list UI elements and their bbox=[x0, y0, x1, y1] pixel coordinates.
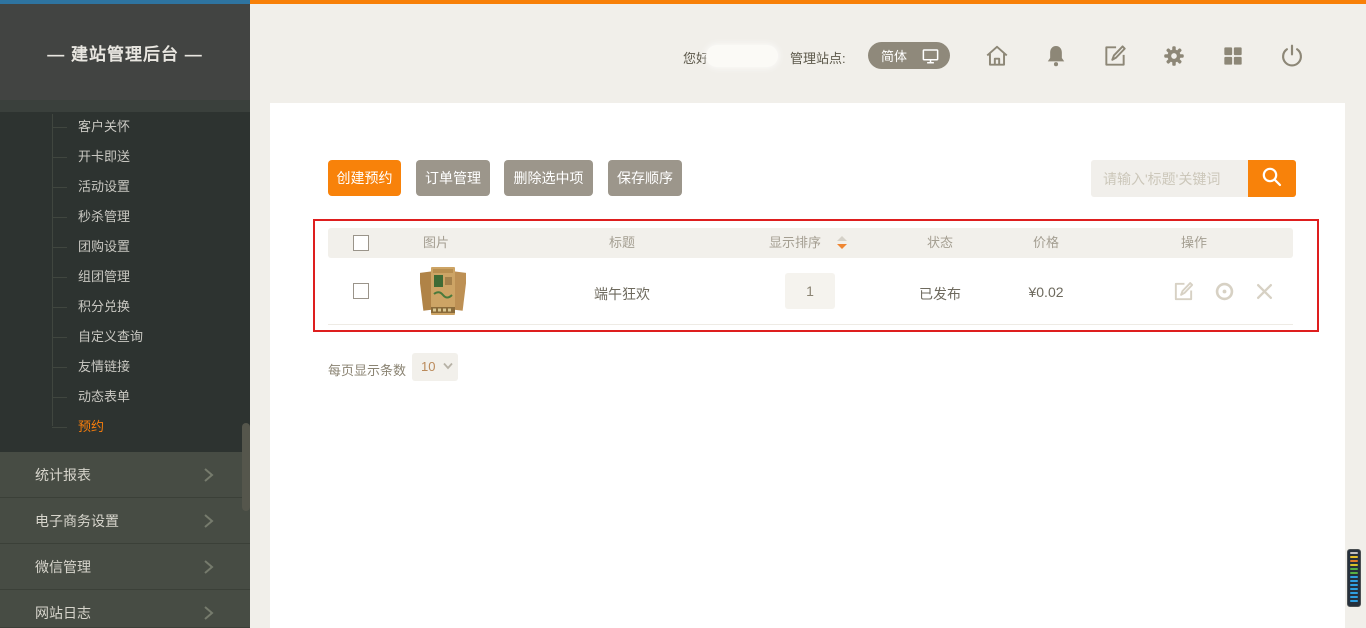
app-logo: — 建站管理后台 — bbox=[0, 4, 250, 100]
submenu-top-strip bbox=[0, 100, 250, 112]
search-input[interactable] bbox=[1091, 160, 1248, 197]
row-price: ¥0.02 bbox=[1028, 284, 1063, 300]
topbar-accent-right bbox=[250, 0, 1366, 4]
tree-tick bbox=[52, 157, 67, 158]
scroll-mark bbox=[1350, 600, 1358, 602]
sidebar-section-ecommerce[interactable]: 电子商务设置 bbox=[0, 498, 250, 544]
scroll-mark bbox=[1350, 556, 1358, 558]
scroll-mark bbox=[1350, 552, 1358, 554]
sidebar-item-customer-care[interactable]: 客户关怀 bbox=[0, 112, 250, 142]
sidebar-item-friend-links[interactable]: 友情链接 bbox=[0, 352, 250, 382]
tree-tick bbox=[52, 397, 67, 398]
scroll-mark bbox=[1350, 576, 1358, 578]
row-title: 端午狂欢 bbox=[594, 284, 650, 304]
row-view-icon[interactable] bbox=[1214, 281, 1235, 307]
sidebar-item-reservation-active[interactable]: 预约 bbox=[0, 412, 250, 442]
page-size-value: 10 bbox=[421, 359, 435, 374]
col-price: 价格 bbox=[1033, 228, 1059, 258]
search-icon bbox=[1260, 165, 1284, 189]
username-redacted bbox=[706, 45, 778, 67]
row-divider bbox=[328, 324, 1293, 325]
tree-tick bbox=[52, 427, 67, 428]
sort-asc-icon bbox=[837, 236, 847, 241]
admin-app: — 建站管理后台 — 客户关怀 开卡即送 活动设置 秒杀管理 团购设置 组团管理… bbox=[0, 0, 1366, 628]
page-size-select[interactable]: 10 bbox=[412, 353, 458, 381]
tree-tick bbox=[52, 247, 67, 248]
row-checkbox[interactable] bbox=[353, 283, 369, 299]
tree-tick bbox=[52, 127, 67, 128]
tree-tick bbox=[52, 337, 67, 338]
tree-tick bbox=[52, 187, 67, 188]
language-badge[interactable]: 简体 bbox=[868, 42, 950, 69]
sidebar-item-dynamic-form[interactable]: 动态表单 bbox=[0, 382, 250, 412]
col-image: 图片 bbox=[423, 228, 449, 258]
row-delete-icon[interactable] bbox=[1255, 282, 1274, 306]
sidebar: — 建站管理后台 — 客户关怀 开卡即送 活动设置 秒杀管理 团购设置 组团管理… bbox=[0, 4, 250, 628]
chevron-right-icon bbox=[201, 513, 215, 529]
chevron-right-icon bbox=[201, 467, 215, 483]
language-badge-label: 简体 bbox=[881, 46, 921, 65]
sidebar-item-group-manage[interactable]: 组团管理 bbox=[0, 262, 250, 292]
scroll-mark bbox=[1350, 564, 1358, 566]
scroll-mark bbox=[1350, 572, 1358, 574]
delete-selected-button[interactable]: 删除选中项 bbox=[504, 160, 593, 196]
select-all-checkbox[interactable] bbox=[353, 235, 369, 251]
create-reservation-button[interactable]: 创建预约 bbox=[328, 160, 401, 196]
col-status: 状态 bbox=[927, 228, 953, 258]
save-order-button[interactable]: 保存顺序 bbox=[608, 160, 682, 196]
tree-tick bbox=[52, 367, 67, 368]
chevron-right-icon bbox=[201, 605, 215, 621]
grid-icon[interactable] bbox=[1220, 43, 1246, 69]
sidebar-item-points-exchange[interactable]: 积分兑换 bbox=[0, 292, 250, 322]
sort-arrows[interactable] bbox=[837, 236, 847, 249]
col-sort-order: 显示排序 bbox=[769, 228, 821, 258]
scroll-mark bbox=[1350, 592, 1358, 594]
col-title: 标题 bbox=[609, 228, 635, 258]
compose-icon[interactable] bbox=[1102, 43, 1128, 69]
chevron-right-icon bbox=[201, 559, 215, 575]
tree-tick bbox=[52, 277, 67, 278]
monitor-icon bbox=[921, 47, 940, 65]
row-edit-icon[interactable] bbox=[1172, 280, 1195, 308]
order-manage-button[interactable]: 订单管理 bbox=[416, 160, 490, 196]
scroll-mark bbox=[1350, 584, 1358, 586]
sidebar-section-site-log[interactable]: 网站日志 bbox=[0, 590, 250, 628]
table-header: 图片 标题 显示排序 状态 价格 操作 bbox=[328, 228, 1293, 258]
row-order-input[interactable] bbox=[785, 273, 835, 309]
scroll-mark bbox=[1350, 560, 1358, 562]
row-status: 已发布 bbox=[919, 284, 961, 304]
sidebar-item-activity-settings[interactable]: 活动设置 bbox=[0, 172, 250, 202]
gear-icon[interactable] bbox=[1161, 43, 1187, 69]
sidebar-item-card-gift[interactable]: 开卡即送 bbox=[0, 142, 250, 172]
page-scrollbar-widget[interactable] bbox=[1347, 549, 1361, 607]
chevron-down-icon bbox=[443, 362, 453, 370]
product-thumbnail[interactable] bbox=[420, 264, 466, 318]
sidebar-section-wechat[interactable]: 微信管理 bbox=[0, 544, 250, 590]
scroll-mark bbox=[1350, 588, 1358, 590]
sidebar-item-custom-query[interactable]: 自定义查询 bbox=[0, 322, 250, 352]
bell-icon[interactable] bbox=[1043, 43, 1069, 69]
sidebar-item-flash-sale[interactable]: 秒杀管理 bbox=[0, 202, 250, 232]
scroll-mark bbox=[1350, 580, 1358, 582]
sidebar-scrollbar-thumb[interactable] bbox=[242, 423, 250, 511]
col-actions: 操作 bbox=[1181, 228, 1207, 258]
sidebar-item-group-buy[interactable]: 团购设置 bbox=[0, 232, 250, 262]
site-manage-label: 管理站点: bbox=[790, 48, 846, 67]
sidebar-section-statistics[interactable]: 统计报表 bbox=[0, 452, 250, 498]
tree-tick bbox=[52, 307, 67, 308]
scroll-mark bbox=[1350, 596, 1358, 598]
power-icon[interactable] bbox=[1279, 43, 1305, 69]
tree-tick bbox=[52, 217, 67, 218]
scroll-mark bbox=[1350, 568, 1358, 570]
home-icon[interactable] bbox=[984, 43, 1010, 69]
page-size-label: 每页显示条数 bbox=[328, 360, 406, 379]
sort-desc-icon bbox=[837, 244, 847, 249]
search-button[interactable] bbox=[1248, 160, 1296, 197]
